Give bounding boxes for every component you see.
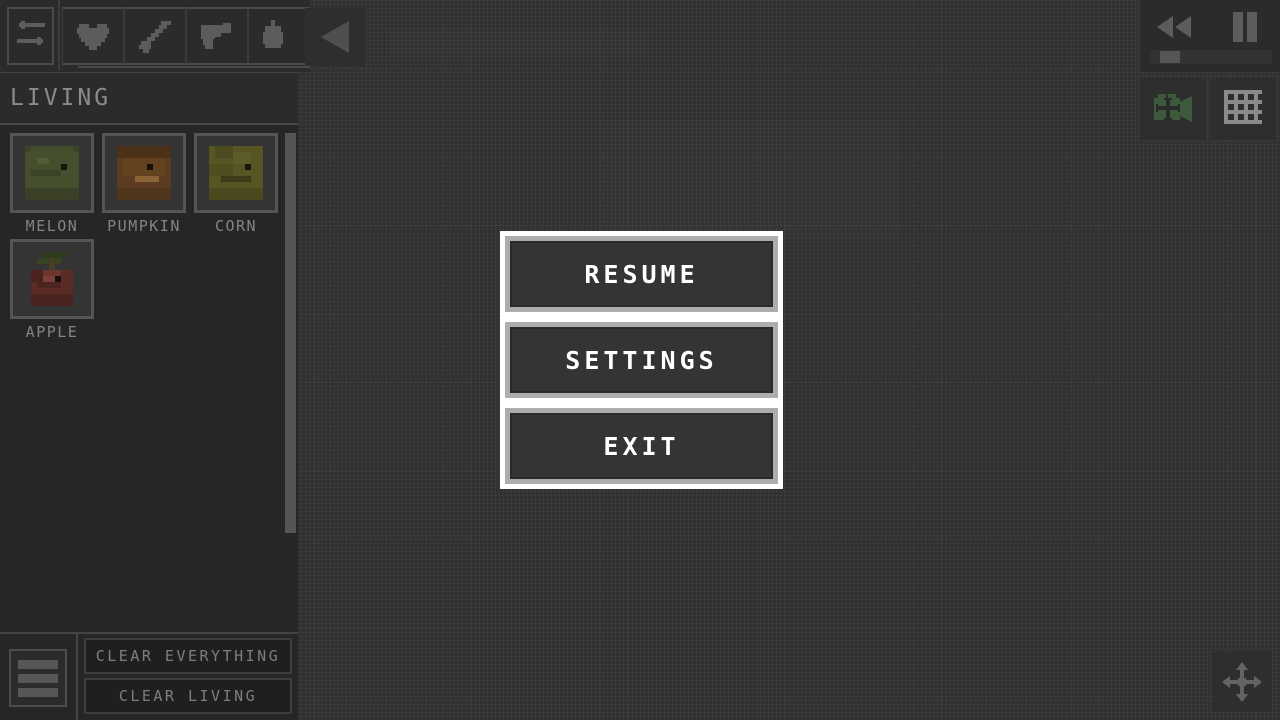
item-label: MELON [25,217,79,235]
sword-icon [135,17,175,55]
exit-button-label: EXIT [603,431,680,461]
rewind-button[interactable] [1143,2,1207,52]
resume-button-inner[interactable]: RESUME [510,241,773,307]
resume-button[interactable]: RESUME [505,236,778,312]
library-panel: LIVING MELON PUMPKIN CORN APPLE [0,72,298,693]
item-thumbnail[interactable] [10,133,94,213]
pause-menu-dialog: RESUME SETTINGS EXIT [500,231,783,489]
heart-icon [73,18,113,54]
item-label: APPLE [25,323,79,341]
library-header: LIVING [0,73,298,125]
move-arrows-icon [1220,660,1264,704]
right-tool-buttons [1140,78,1280,142]
library-scrollbar[interactable] [284,133,296,693]
pause-button[interactable] [1213,2,1277,52]
melon-sprite [25,146,79,200]
camera-move-icon [1150,88,1196,130]
category-button-melee[interactable] [124,7,186,65]
category-button-life[interactable] [62,7,124,65]
grid-line [914,0,915,720]
clear-everything-button[interactable]: CLEAR EVERYTHING [84,638,292,674]
world-shading [390,30,650,60]
grid-tool-button[interactable] [1210,78,1276,140]
collapse-panel-button[interactable] [305,8,366,66]
library-item-apple[interactable]: APPLE [6,239,98,341]
speed-slider[interactable] [1150,50,1272,64]
settings-button-inner[interactable]: SETTINGS [510,327,773,393]
grid-line [329,0,330,720]
item-thumbnail[interactable] [102,133,186,213]
toolbar-separator [58,0,60,70]
category-button-explosives[interactable] [248,7,310,65]
item-label: CORN [214,217,258,235]
item-label: PUMPKIN [107,217,181,235]
exit-button[interactable]: EXIT [505,408,778,484]
library-item-grid: MELON PUMPKIN CORN APPLE [6,133,292,345]
swap-arrows-icon [13,19,49,53]
hamburger-bar [18,673,58,683]
library-title: LIVING [10,85,112,111]
library-body[interactable]: MELON PUMPKIN CORN APPLE [0,125,298,633]
toolbar-underline [78,66,310,68]
apple-sprite [31,252,73,306]
hamburger-bar [18,659,58,669]
clear-living-button[interactable]: CLEAR LIVING [84,678,292,714]
hamburger-bar [18,687,58,697]
pumpkin-sprite [117,146,171,200]
pause-icon [1229,10,1261,44]
camera-tool-button[interactable] [1140,78,1206,140]
resume-button-label: RESUME [584,259,699,289]
rewind-icon [1155,14,1195,40]
corn-sprite [209,146,263,200]
item-thumbnail[interactable] [10,239,94,319]
playback-controls [1140,0,1280,72]
bottom-action-bar: CLEAR EVERYTHING CLEAR LIVING [0,632,298,720]
bomb-icon [259,18,299,54]
grid-line [443,0,444,720]
item-thumbnail[interactable] [194,133,278,213]
settings-button[interactable]: SETTINGS [505,322,778,398]
swap-tool-button[interactable] [7,7,55,65]
menu-button[interactable] [0,634,78,720]
pan-tool-button[interactable] [1212,652,1272,712]
top-toolbar [0,0,310,72]
clear-buttons-column: CLEAR EVERYTHING CLEAR LIVING [78,634,298,720]
world-shading [600,120,900,240]
triangle-left-icon [315,17,357,57]
gun-icon [197,19,237,53]
settings-button-label: SETTINGS [565,345,718,375]
game-viewport: LIVING MELON PUMPKIN CORN APPLE CLEAR EV… [0,0,1280,720]
library-item-pumpkin[interactable]: PUMPKIN [98,133,190,235]
exit-button-inner[interactable]: EXIT [510,413,773,479]
toolbar-category-group [62,0,310,72]
hamburger-icon [9,649,67,707]
library-item-corn[interactable]: CORN [190,133,282,235]
playback-button-row [1140,0,1280,52]
grid-icon [1220,86,1266,132]
speed-slider-thumb[interactable] [1160,51,1180,63]
library-item-melon[interactable]: MELON [6,133,98,235]
grid-line [1071,0,1072,720]
library-scrollbar-thumb[interactable] [285,133,296,533]
category-button-guns[interactable] [186,7,248,65]
